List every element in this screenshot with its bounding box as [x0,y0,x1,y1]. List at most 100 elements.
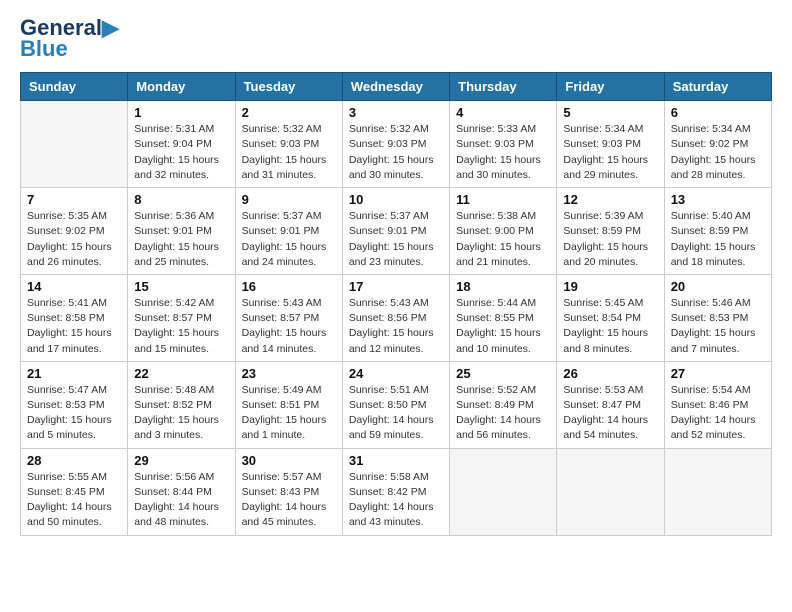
day-detail: Sunrise: 5:39 AMSunset: 8:59 PMDaylight:… [563,209,657,270]
day-number: 23 [242,366,336,381]
calendar-cell: 1 Sunrise: 5:31 AMSunset: 9:04 PMDaylight… [128,101,235,188]
day-detail: Sunrise: 5:37 AMSunset: 9:01 PMDaylight:… [349,209,443,270]
calendar-cell: 15 Sunrise: 5:42 AMSunset: 8:57 PMDayligh… [128,274,235,361]
day-number: 13 [671,192,765,207]
day-number: 12 [563,192,657,207]
calendar-cell: 25 Sunrise: 5:52 AMSunset: 8:49 PMDayligh… [450,361,557,448]
col-header-wednesday: Wednesday [342,73,449,101]
calendar-cell: 23 Sunrise: 5:49 AMSunset: 8:51 PMDayligh… [235,361,342,448]
calendar-cell: 10 Sunrise: 5:37 AMSunset: 9:01 PMDayligh… [342,188,449,275]
calendar-cell: 24 Sunrise: 5:51 AMSunset: 8:50 PMDayligh… [342,361,449,448]
day-number: 24 [349,366,443,381]
day-detail: Sunrise: 5:52 AMSunset: 8:49 PMDaylight:… [456,383,550,444]
col-header-sunday: Sunday [21,73,128,101]
calendar-week-row: 14 Sunrise: 5:41 AMSunset: 8:58 PMDayligh… [21,274,772,361]
col-header-friday: Friday [557,73,664,101]
calendar-cell [664,448,771,535]
day-detail: Sunrise: 5:47 AMSunset: 8:53 PMDaylight:… [27,383,121,444]
day-detail: Sunrise: 5:51 AMSunset: 8:50 PMDaylight:… [349,383,443,444]
day-number: 20 [671,279,765,294]
col-header-monday: Monday [128,73,235,101]
day-number: 28 [27,453,121,468]
calendar-cell: 5 Sunrise: 5:34 AMSunset: 9:03 PMDaylight… [557,101,664,188]
day-number: 8 [134,192,228,207]
calendar-cell: 8 Sunrise: 5:36 AMSunset: 9:01 PMDaylight… [128,188,235,275]
day-detail: Sunrise: 5:31 AMSunset: 9:04 PMDaylight:… [134,122,228,183]
page: General▶ Blue SundayMondayTuesdayWednesd… [0,0,792,552]
calendar-cell: 11 Sunrise: 5:38 AMSunset: 9:00 PMDayligh… [450,188,557,275]
day-number: 22 [134,366,228,381]
calendar-cell: 12 Sunrise: 5:39 AMSunset: 8:59 PMDayligh… [557,188,664,275]
day-detail: Sunrise: 5:37 AMSunset: 9:01 PMDaylight:… [242,209,336,270]
day-detail: Sunrise: 5:43 AMSunset: 8:56 PMDaylight:… [349,296,443,357]
calendar-week-row: 7 Sunrise: 5:35 AMSunset: 9:02 PMDaylight… [21,188,772,275]
col-header-thursday: Thursday [450,73,557,101]
day-number: 11 [456,192,550,207]
day-number: 26 [563,366,657,381]
day-detail: Sunrise: 5:49 AMSunset: 8:51 PMDaylight:… [242,383,336,444]
col-header-saturday: Saturday [664,73,771,101]
calendar-cell: 31 Sunrise: 5:58 AMSunset: 8:42 PMDayligh… [342,448,449,535]
day-detail: Sunrise: 5:58 AMSunset: 8:42 PMDaylight:… [349,470,443,531]
calendar-cell: 7 Sunrise: 5:35 AMSunset: 9:02 PMDaylight… [21,188,128,275]
day-detail: Sunrise: 5:57 AMSunset: 8:43 PMDaylight:… [242,470,336,531]
day-number: 29 [134,453,228,468]
calendar-cell: 18 Sunrise: 5:44 AMSunset: 8:55 PMDayligh… [450,274,557,361]
day-detail: Sunrise: 5:34 AMSunset: 9:02 PMDaylight:… [671,122,765,183]
day-number: 10 [349,192,443,207]
day-detail: Sunrise: 5:36 AMSunset: 9:01 PMDaylight:… [134,209,228,270]
calendar-cell: 6Sunrise: 5:34 AMSunset: 9:02 PMDaylight… [664,101,771,188]
calendar-cell: 2Sunrise: 5:32 AMSunset: 9:03 PMDaylight… [235,101,342,188]
calendar-table: SundayMondayTuesdayWednesdayThursdayFrid… [20,72,772,535]
calendar-cell: 14 Sunrise: 5:41 AMSunset: 8:58 PMDayligh… [21,274,128,361]
day-number: 1 [134,105,228,120]
calendar-cell: 20 Sunrise: 5:46 AMSunset: 8:53 PMDayligh… [664,274,771,361]
day-detail: Sunrise: 5:53 AMSunset: 8:47 PMDaylight:… [563,383,657,444]
header: General▶ Blue [20,16,772,62]
calendar-cell [450,448,557,535]
col-header-tuesday: Tuesday [235,73,342,101]
day-detail: Sunrise: 5:38 AMSunset: 9:00 PMDaylight:… [456,209,550,270]
calendar-week-row: 28Sunrise: 5:55 AMSunset: 8:45 PMDayligh… [21,448,772,535]
calendar-cell: 22 Sunrise: 5:48 AMSunset: 8:52 PMDayligh… [128,361,235,448]
calendar-cell: 28Sunrise: 5:55 AMSunset: 8:45 PMDayligh… [21,448,128,535]
day-detail: Sunrise: 5:44 AMSunset: 8:55 PMDaylight:… [456,296,550,357]
day-number: 18 [456,279,550,294]
logo: General▶ Blue [20,16,119,62]
day-number: 16 [242,279,336,294]
day-number: 9 [242,192,336,207]
day-detail: Sunrise: 5:42 AMSunset: 8:57 PMDaylight:… [134,296,228,357]
day-detail: Sunrise: 5:48 AMSunset: 8:52 PMDaylight:… [134,383,228,444]
day-detail: Sunrise: 5:46 AMSunset: 8:53 PMDaylight:… [671,296,765,357]
day-detail: Sunrise: 5:34 AMSunset: 9:03 PMDaylight:… [563,122,657,183]
day-number: 14 [27,279,121,294]
calendar-cell: 26 Sunrise: 5:53 AMSunset: 8:47 PMDayligh… [557,361,664,448]
day-number: 31 [349,453,443,468]
calendar-week-row: 1 Sunrise: 5:31 AMSunset: 9:04 PMDaylight… [21,101,772,188]
calendar-week-row: 21Sunrise: 5:47 AMSunset: 8:53 PMDayligh… [21,361,772,448]
day-number: 30 [242,453,336,468]
day-detail: Sunrise: 5:41 AMSunset: 8:58 PMDaylight:… [27,296,121,357]
day-detail: Sunrise: 5:32 AMSunset: 9:03 PMDaylight:… [242,122,336,183]
calendar-cell [21,101,128,188]
day-detail: Sunrise: 5:33 AMSunset: 9:03 PMDaylight:… [456,122,550,183]
day-detail: Sunrise: 5:45 AMSunset: 8:54 PMDaylight:… [563,296,657,357]
day-detail: Sunrise: 5:54 AMSunset: 8:46 PMDaylight:… [671,383,765,444]
day-detail: Sunrise: 5:56 AMSunset: 8:44 PMDaylight:… [134,470,228,531]
calendar-cell: 16 Sunrise: 5:43 AMSunset: 8:57 PMDayligh… [235,274,342,361]
day-detail: Sunrise: 5:35 AMSunset: 9:02 PMDaylight:… [27,209,121,270]
day-number: 3 [349,105,443,120]
day-number: 5 [563,105,657,120]
day-detail: Sunrise: 5:40 AMSunset: 8:59 PMDaylight:… [671,209,765,270]
day-number: 15 [134,279,228,294]
day-number: 4 [456,105,550,120]
calendar-cell: 4 Sunrise: 5:33 AMSunset: 9:03 PMDaylight… [450,101,557,188]
calendar-cell: 19Sunrise: 5:45 AMSunset: 8:54 PMDayligh… [557,274,664,361]
calendar-cell: 3Sunrise: 5:32 AMSunset: 9:03 PMDaylight… [342,101,449,188]
day-number: 25 [456,366,550,381]
day-detail: Sunrise: 5:43 AMSunset: 8:57 PMDaylight:… [242,296,336,357]
logo-blue: Blue [20,36,68,62]
calendar-cell: 30 Sunrise: 5:57 AMSunset: 8:43 PMDayligh… [235,448,342,535]
calendar-cell: 29 Sunrise: 5:56 AMSunset: 8:44 PMDayligh… [128,448,235,535]
day-number: 7 [27,192,121,207]
